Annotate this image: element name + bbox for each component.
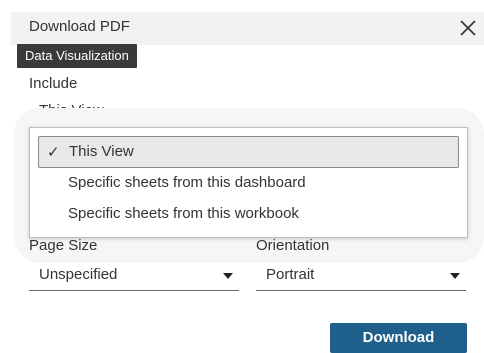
- menu-item-this-view[interactable]: ✓ This View: [38, 136, 459, 168]
- include-label: Include: [29, 75, 78, 92]
- dialog-header: Download PDF: [11, 12, 484, 45]
- orientation-label: Orientation: [256, 237, 330, 254]
- page-size-label: Page Size: [29, 237, 98, 254]
- orientation-value: Portrait: [266, 266, 315, 283]
- caret-down-icon: [450, 273, 460, 279]
- checkmark-icon: ✓: [47, 144, 60, 161]
- menu-item-label: Specific sheets from this workbook: [68, 205, 299, 222]
- page-size-select[interactable]: Unspecified: [29, 264, 239, 291]
- menu-item-label: Specific sheets from this dashboard: [68, 174, 306, 191]
- tooltip: Data Visualization: [17, 44, 137, 68]
- menu-item-dashboard-sheets[interactable]: Specific sheets from this dashboard: [38, 168, 459, 198]
- orientation-select[interactable]: Portrait: [256, 264, 466, 291]
- dialog-title: Download PDF: [29, 18, 130, 35]
- include-dropdown-menu: ✓ This View Specific sheets from this da…: [29, 127, 468, 238]
- tooltip-text: Data Visualization: [25, 48, 129, 63]
- menu-item-workbook-sheets[interactable]: Specific sheets from this workbook: [38, 199, 459, 229]
- download-button[interactable]: Download: [330, 323, 467, 353]
- caret-down-icon: [223, 273, 233, 279]
- close-icon[interactable]: [456, 16, 480, 40]
- page-size-value: Unspecified: [39, 266, 118, 283]
- menu-item-label: This View: [69, 143, 134, 160]
